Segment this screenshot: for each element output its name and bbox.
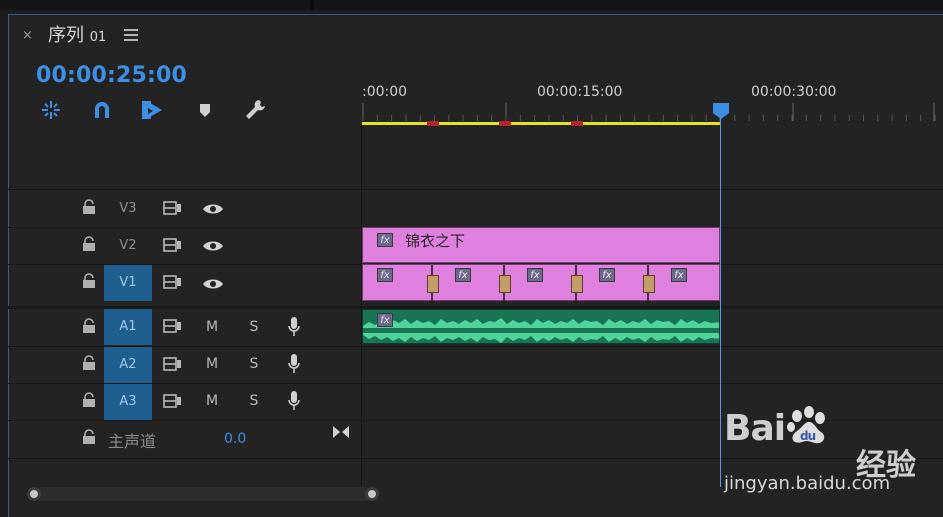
- watermark-url: jingyan.baidu.com: [724, 473, 891, 494]
- ruler-label-start: :00:00: [362, 84, 408, 100]
- mute-button[interactable]: M: [205, 319, 219, 335]
- lock-icon[interactable]: [82, 199, 96, 215]
- lock-icon[interactable]: [82, 429, 96, 445]
- close-tab-icon[interactable]: ×: [22, 26, 34, 46]
- lock-icon[interactable]: [82, 236, 96, 252]
- horizontal-scrollbar[interactable]: [34, 487, 372, 501]
- eye-icon[interactable]: [202, 202, 224, 216]
- mute-button[interactable]: M: [205, 356, 219, 372]
- mute-button[interactable]: M: [205, 393, 219, 409]
- toggle-sync-lock-icon[interactable]: [162, 355, 184, 373]
- top-panel-strip: [0, 0, 943, 10]
- title-clip-label: 锦衣之下: [405, 232, 466, 250]
- scroll-handle-right[interactable]: [365, 487, 379, 501]
- toggle-sync-lock-icon[interactable]: [162, 236, 184, 254]
- voiceover-record-icon[interactable]: [288, 353, 300, 375]
- bowtie-icon[interactable]: [332, 425, 350, 439]
- snap-magnet-icon[interactable]: [89, 97, 115, 123]
- track-target-v3[interactable]: V3: [104, 191, 152, 227]
- fx-badge: fx: [377, 268, 393, 282]
- toggle-sync-lock-icon[interactable]: [162, 392, 184, 410]
- fx-badge: fx: [599, 268, 615, 282]
- transition-effect[interactable]: [427, 275, 439, 293]
- fx-badge: fx: [377, 313, 393, 327]
- insert-sequence-nest-icon[interactable]: [38, 97, 64, 123]
- work-area-bar[interactable]: [362, 122, 720, 125]
- timeline-settings-wrench-icon[interactable]: [242, 97, 268, 123]
- render-marker: [427, 121, 439, 126]
- title-clip[interactable]: fx 锦衣之下: [362, 227, 720, 263]
- track-target-a2[interactable]: A2: [104, 347, 152, 383]
- sequence-title-number: 01: [89, 30, 107, 45]
- fx-badge: fx: [527, 268, 543, 282]
- master-track-label: 主声道: [108, 432, 157, 451]
- playhead-line: [720, 118, 721, 487]
- track-target-a3[interactable]: A3: [104, 384, 152, 420]
- playhead-timecode[interactable]: 00:00:25:00: [36, 63, 187, 88]
- audio-clip[interactable]: fx: [362, 309, 720, 344]
- ruler-label-15s: 00:00:15:00: [537, 84, 623, 100]
- video-clip-group[interactable]: fx fx fx fx fx: [362, 264, 720, 301]
- render-marker: [499, 121, 511, 126]
- solo-button[interactable]: S: [247, 319, 261, 335]
- lock-icon[interactable]: [82, 318, 96, 334]
- track-target-a1[interactable]: A1: [104, 309, 152, 345]
- sequence-title-text: 序列: [48, 25, 84, 46]
- lock-icon[interactable]: [82, 273, 96, 289]
- header-divider: [361, 125, 362, 490]
- fx-badge: fx: [377, 233, 393, 247]
- svg-text:du: du: [800, 429, 816, 443]
- playhead-handle[interactable]: [712, 102, 730, 120]
- render-marker: [571, 121, 583, 126]
- toggle-sync-lock-icon[interactable]: [162, 199, 184, 217]
- solo-button[interactable]: S: [247, 356, 261, 372]
- solo-button[interactable]: S: [247, 393, 261, 409]
- baidu-logo: Bai du: [724, 406, 829, 449]
- transition-effect[interactable]: [499, 275, 511, 293]
- voiceover-record-icon[interactable]: [288, 390, 300, 412]
- time-ruler[interactable]: [362, 103, 943, 121]
- master-volume-value[interactable]: 0.0: [224, 431, 246, 447]
- linked-selection-icon[interactable]: [139, 97, 165, 123]
- fx-badge: fx: [455, 268, 471, 282]
- track-target-v2[interactable]: V2: [104, 228, 152, 264]
- eye-icon[interactable]: [202, 277, 224, 291]
- transition-effect[interactable]: [571, 275, 583, 293]
- sequence-tab-title[interactable]: 序列 01: [48, 24, 106, 48]
- lock-icon[interactable]: [82, 392, 96, 408]
- audio-waveform: [363, 318, 719, 343]
- add-marker-icon[interactable]: [192, 97, 218, 123]
- toggle-sync-lock-icon[interactable]: [162, 317, 184, 335]
- ruler-label-30s: 00:00:30:00: [751, 84, 837, 100]
- eye-icon[interactable]: [202, 239, 224, 253]
- scroll-handle-left[interactable]: [27, 487, 41, 501]
- fx-badge: fx: [671, 268, 687, 282]
- lock-icon[interactable]: [82, 355, 96, 371]
- panel-menu-icon[interactable]: [124, 27, 138, 43]
- track-target-v1[interactable]: V1: [104, 265, 152, 301]
- voiceover-record-icon[interactable]: [288, 316, 300, 338]
- transition-effect[interactable]: [643, 275, 655, 293]
- toggle-sync-lock-icon[interactable]: [162, 273, 184, 291]
